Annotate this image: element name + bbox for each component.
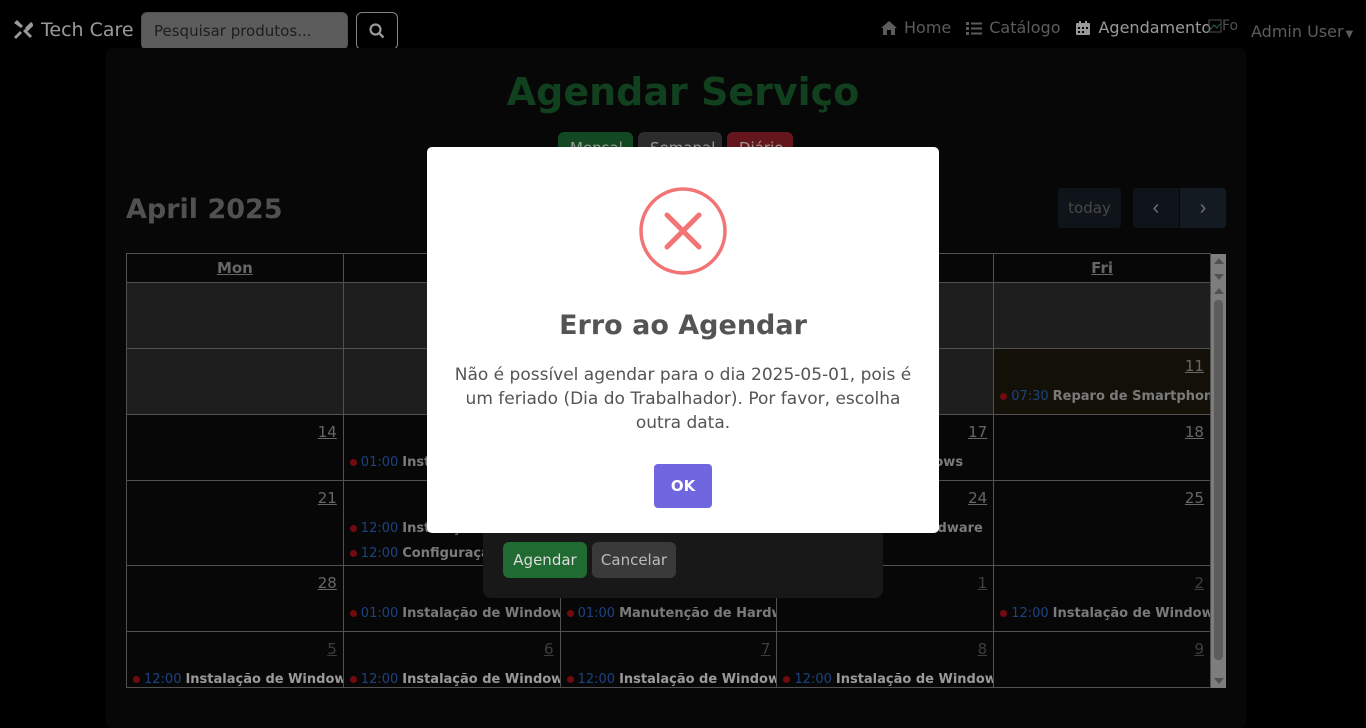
- agendar-button[interactable]: Agendar: [503, 542, 587, 578]
- modal-message: Não é possível agendar para o dia 2025-0…: [454, 365, 912, 433]
- error-modal: Erro ao Agendar Não é possível agendar p…: [427, 147, 939, 533]
- modal-title: Erro ao Agendar: [559, 310, 807, 341]
- cancelar-button[interactable]: Cancelar: [592, 542, 676, 578]
- error-x-icon: [639, 187, 727, 275]
- ok-button[interactable]: OK: [654, 464, 712, 508]
